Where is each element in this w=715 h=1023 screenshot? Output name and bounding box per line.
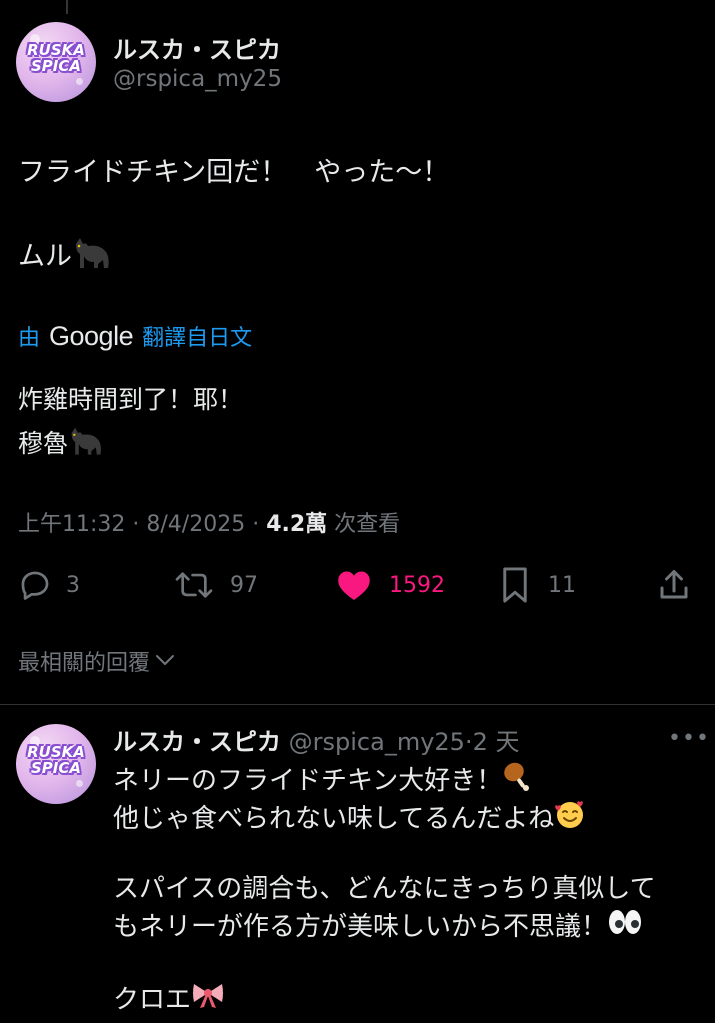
- bookmark-button[interactable]: 11: [500, 565, 576, 605]
- heart-icon: [336, 568, 372, 602]
- reply-line-2: 他じゃ食べられない味してるんだよね: [113, 798, 586, 841]
- avatar-logo: RUSKA SPICA: [27, 41, 85, 75]
- bookmark-icon: [500, 566, 530, 604]
- reply-age[interactable]: 2 天: [473, 728, 520, 756]
- repost-icon: [174, 568, 214, 602]
- reply-handle[interactable]: @rspica_my25: [289, 728, 465, 756]
- reply-line-2-text: 他じゃ食べられない味してるんだよね: [113, 804, 555, 834]
- translated-line-1: 炸雞時間到了！耶！: [18, 385, 244, 414]
- translated-line-2-text: 穆魯: [18, 429, 69, 458]
- views-count: 4.2萬: [266, 512, 328, 537]
- translated-line-2: 穆魯: [18, 424, 104, 463]
- reply-line-5-text: クロエ: [113, 985, 192, 1015]
- translation-attribution[interactable]: 由 Google 翻譯自日文: [18, 320, 252, 352]
- post-date[interactable]: 8/4/2025: [146, 512, 245, 537]
- translate-suffix: 翻譯自日文: [142, 326, 253, 351]
- eyes-emoji-icon: [607, 908, 643, 947]
- reply-line-1: ネリーのフライドチキン大好き！: [113, 760, 532, 803]
- like-count: 1592: [389, 572, 445, 598]
- reply-icon: [18, 568, 52, 602]
- reply-header: ルスカ・スピカ @rspica_my25·2 天: [113, 728, 520, 756]
- reply-count: 3: [66, 572, 80, 598]
- author-name[interactable]: ルスカ・スピカ: [113, 30, 281, 65]
- section-divider: [0, 704, 715, 705]
- chevron-down-icon: [154, 649, 176, 674]
- ribbon-emoji-icon: [191, 980, 225, 1021]
- post-text-line-2-text: ムル: [18, 241, 72, 272]
- sort-label: 最相關的回覆: [18, 651, 151, 676]
- reply-line-5: クロエ: [113, 980, 225, 1021]
- post-text-line-1: フライドチキン回だ！ やった〜！: [18, 157, 450, 188]
- reply-sort-dropdown[interactable]: 最相關的回覆: [18, 645, 176, 677]
- translate-prefix: 由: [18, 326, 41, 351]
- share-button[interactable]: [656, 565, 692, 605]
- reply-line-4: もネリーが作る方が美味しいから不思議！: [113, 908, 643, 947]
- reply-line-4-text: もネリーが作る方が美味しいから不思議！: [113, 912, 608, 942]
- reply-line-3: スパイスの調合も、どんなにきっちり真似して: [113, 874, 656, 904]
- bookmark-count: 11: [548, 572, 576, 598]
- reply-line-1-text: ネリーのフライドチキン大好き！: [113, 766, 503, 796]
- black-cat-emoji-icon: [68, 427, 104, 463]
- more-options-icon[interactable]: •••: [668, 726, 710, 751]
- black-cat-emoji-icon: [72, 238, 112, 277]
- smiling-face-with-hearts-emoji-icon: [554, 798, 586, 841]
- like-button[interactable]: 1592: [336, 565, 445, 605]
- author-avatar[interactable]: RUSKA SPICA: [16, 22, 96, 102]
- reply-author-name[interactable]: ルスカ・スピカ: [113, 728, 281, 756]
- repost-button[interactable]: 97: [174, 565, 258, 605]
- post-text-line-2: ムル: [18, 234, 112, 277]
- repost-count: 97: [230, 572, 258, 598]
- post-meta: 上午11:32 · 8/4/2025 · 4.2萬 次查看: [18, 512, 401, 537]
- avatar-logo: RUSKA SPICA: [27, 743, 85, 777]
- author-handle[interactable]: @rspica_my25: [113, 66, 282, 92]
- reply-author-avatar[interactable]: RUSKA SPICA: [16, 724, 96, 804]
- poultry-leg-emoji-icon: [502, 760, 532, 803]
- views-label: 次查看: [334, 512, 401, 537]
- post-time[interactable]: 上午11:32: [18, 512, 125, 537]
- thread-connector-line: [66, 0, 68, 14]
- google-logo: Google: [49, 320, 134, 351]
- reply-button[interactable]: 3: [18, 565, 80, 605]
- share-icon: [656, 567, 692, 603]
